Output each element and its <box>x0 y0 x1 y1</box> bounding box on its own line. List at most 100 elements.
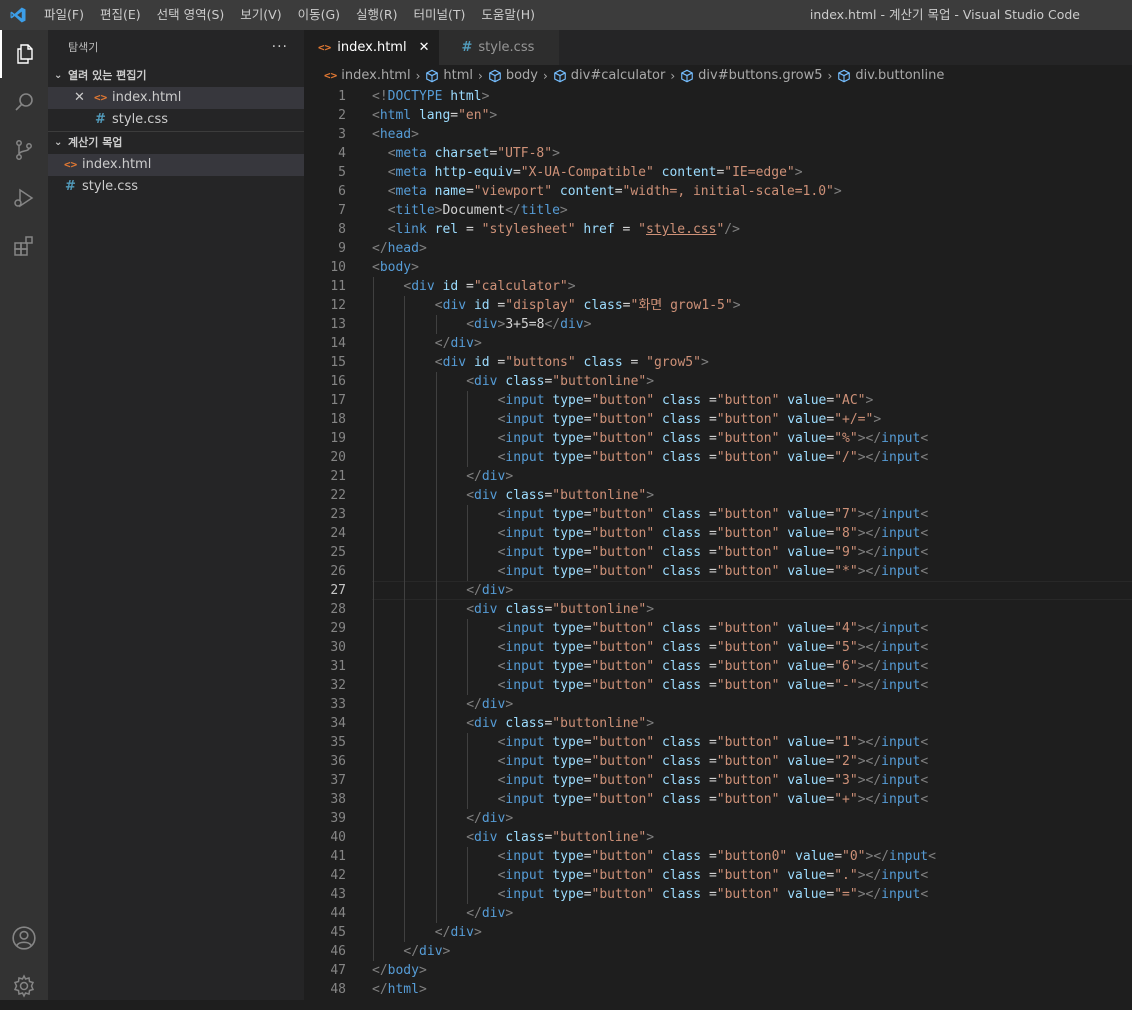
open-editors-header[interactable]: ⌄ 열려 있는 편집기 <box>48 65 304 87</box>
extensions-icon[interactable] <box>0 222 48 270</box>
breadcrumb-item[interactable]: div#buttons.grow5 <box>680 65 823 87</box>
indent-guide <box>435 904 437 923</box>
close-icon[interactable]: ✕ <box>74 87 85 109</box>
menu-edit[interactable]: 편집(E) <box>92 0 149 30</box>
file-item-index-html[interactable]: <> index.html <box>48 154 304 176</box>
code-line[interactable]: 24 <input type="button" class ="button" v… <box>304 524 1132 543</box>
code-line[interactable]: 25 <input type="button" class ="button" v… <box>304 543 1132 562</box>
code-line[interactable]: 41 <input type="button" class ="button0" … <box>304 847 1132 866</box>
menu-terminal[interactable]: 터미널(T) <box>406 0 474 30</box>
code-line[interactable]: 34 <div class="buttonline"> <box>304 714 1132 733</box>
code-line[interactable]: 32 <input type="button" class ="button" v… <box>304 676 1132 695</box>
code-line[interactable]: 18 <input type="button" class ="button" v… <box>304 410 1132 429</box>
code-line[interactable]: 35 <input type="button" class ="button" v… <box>304 733 1132 752</box>
close-icon[interactable]: ✕ <box>419 30 430 65</box>
indent-guide <box>467 866 469 885</box>
run-debug-icon[interactable] <box>0 174 48 222</box>
indent-guide <box>373 505 374 524</box>
menu-help[interactable]: 도움말(H) <box>473 0 543 30</box>
code-line[interactable]: 17 <input type="button" class ="button" v… <box>304 391 1132 410</box>
code-line[interactable]: 13 <div>3+5=8</div> <box>304 315 1132 334</box>
code-line[interactable]: 29 <input type="button" class ="button" v… <box>304 619 1132 638</box>
title-bar: 파일(F) 편집(E) 선택 영역(S) 보기(V) 이동(G) 실행(R) 터… <box>0 0 1132 30</box>
code-line[interactable]: 22 <div class="buttonline"> <box>304 486 1132 505</box>
files-icon[interactable] <box>0 30 48 78</box>
code-text: <meta name="viewport" content="width=, i… <box>387 184 842 199</box>
code-line[interactable]: 36 <input type="button" class ="button" v… <box>304 752 1132 771</box>
breadcrumb-item[interactable]: div.buttonline <box>837 65 944 87</box>
code-line[interactable]: 12 <div id ="display" class="화면 grow1-5"> <box>304 296 1132 315</box>
code-line[interactable]: 4 <meta charset="UTF-8"> <box>304 144 1132 163</box>
code-line[interactable]: 26 <input type="button" class ="button" v… <box>304 562 1132 581</box>
workspace-folder-header[interactable]: ⌄ 계산기 목업 <box>48 132 304 154</box>
search-icon[interactable] <box>0 78 48 126</box>
code-line[interactable]: 30 <input type="button" class ="button" v… <box>304 638 1132 657</box>
open-editor-item-index-html[interactable]: ✕ <> index.html <box>48 87 304 109</box>
code-line[interactable]: 47 </body> <box>304 961 1132 980</box>
code-line[interactable]: 16 <div class="buttonline"> <box>304 372 1132 391</box>
indent-guide <box>373 790 374 809</box>
code-line[interactable]: 9 </head> <box>304 239 1132 258</box>
code-line[interactable]: 42 <input type="button" class ="button" v… <box>304 866 1132 885</box>
breadcrumb-item[interactable]: body <box>488 65 538 87</box>
menu-file[interactable]: 파일(F) <box>36 0 92 30</box>
code-text: <div class="buttonline"> <box>466 488 655 503</box>
code-line[interactable]: 33 </div> <box>304 695 1132 714</box>
tab-index-html[interactable]: <> index.html ✕ <box>304 30 440 65</box>
code-editor[interactable]: 1 <!DOCTYPE html> 2 <html lang="en"> 3 <head>… <box>304 87 1132 1000</box>
code-line[interactable]: 46 </div> <box>304 942 1132 961</box>
code-line[interactable]: 45 </div> <box>304 923 1132 942</box>
file-item-style-css[interactable]: # style.css <box>48 176 304 198</box>
menu-go[interactable]: 이동(G) <box>290 0 348 30</box>
indent-guide <box>404 771 406 790</box>
indent-guide <box>435 828 437 847</box>
settings-gear-icon[interactable] <box>0 962 48 1010</box>
code-line[interactable]: 28 <div class="buttonline"> <box>304 600 1132 619</box>
indent-guide <box>467 733 469 752</box>
code-line[interactable]: 2 <html lang="en"> <box>304 106 1132 125</box>
code-line[interactable]: 20 <input type="button" class ="button" v… <box>304 448 1132 467</box>
line-number: 35 <box>330 735 346 750</box>
indent-guide <box>467 885 469 904</box>
code-line[interactable]: 38 <input type="button" class ="button" v… <box>304 790 1132 809</box>
code-line[interactable]: 1 <!DOCTYPE html> <box>304 87 1132 106</box>
code-line[interactable]: 27 </div> <box>304 581 1132 600</box>
indent-guide <box>373 638 374 657</box>
code-line[interactable]: 21 </div> <box>304 467 1132 486</box>
code-line[interactable]: 14 </div> <box>304 334 1132 353</box>
indent-guide <box>373 391 374 410</box>
code-line[interactable]: 6 <meta name="viewport" content="width=, … <box>304 182 1132 201</box>
code-line[interactable]: 19 <input type="button" class ="button" v… <box>304 429 1132 448</box>
menu-view[interactable]: 보기(V) <box>232 0 289 30</box>
css-file-icon: # <box>461 40 473 55</box>
code-line[interactable]: 37 <input type="button" class ="button" v… <box>304 771 1132 790</box>
menu-run[interactable]: 실행(R) <box>348 0 405 30</box>
code-line[interactable]: 15 <div id ="buttons" class = "grow5"> <box>304 353 1132 372</box>
breadcrumb-item[interactable]: <> index.html <box>324 65 411 87</box>
code-line[interactable]: 10 <body> <box>304 258 1132 277</box>
code-line[interactable]: 43 <input type="button" class ="button" v… <box>304 885 1132 904</box>
tab-style-css[interactable]: # style.css <box>439 30 560 65</box>
code-line[interactable]: 7 <title>Document</title> <box>304 201 1132 220</box>
indent-guide <box>373 581 374 600</box>
code-line[interactable]: 5 <meta http-equiv="X-UA-Compatible" cont… <box>304 163 1132 182</box>
breadcrumb-item[interactable]: div#calculator <box>553 65 665 87</box>
window-title: index.html - 계산기 목업 - Visual Studio Code <box>809 7 1080 22</box>
code-line[interactable]: 8 <link rel = "stylesheet" href = "style.… <box>304 220 1132 239</box>
breadcrumb-item[interactable]: html <box>425 65 473 87</box>
code-line[interactable]: 44 </div> <box>304 904 1132 923</box>
menu-selection[interactable]: 선택 영역(S) <box>149 0 233 30</box>
code-line[interactable]: 31 <input type="button" class ="button" v… <box>304 657 1132 676</box>
code-text: <input type="button" class ="button" val… <box>497 754 929 769</box>
code-line[interactable]: 11 <div id ="calculator"> <box>304 277 1132 296</box>
code-line[interactable]: 40 <div class="buttonline"> <box>304 828 1132 847</box>
open-editor-item-style-css[interactable]: # style.css <box>48 109 304 131</box>
code-line[interactable]: 23 <input type="button" class ="button" v… <box>304 505 1132 524</box>
source-control-icon[interactable] <box>0 126 48 174</box>
code-line[interactable]: 48 </html> <box>304 980 1132 999</box>
line-number: 29 <box>330 621 346 636</box>
more-actions-icon[interactable]: ··· <box>272 30 288 65</box>
code-line[interactable]: 39 </div> <box>304 809 1132 828</box>
code-line[interactable]: 3 <head> <box>304 125 1132 144</box>
account-icon[interactable] <box>0 914 48 962</box>
